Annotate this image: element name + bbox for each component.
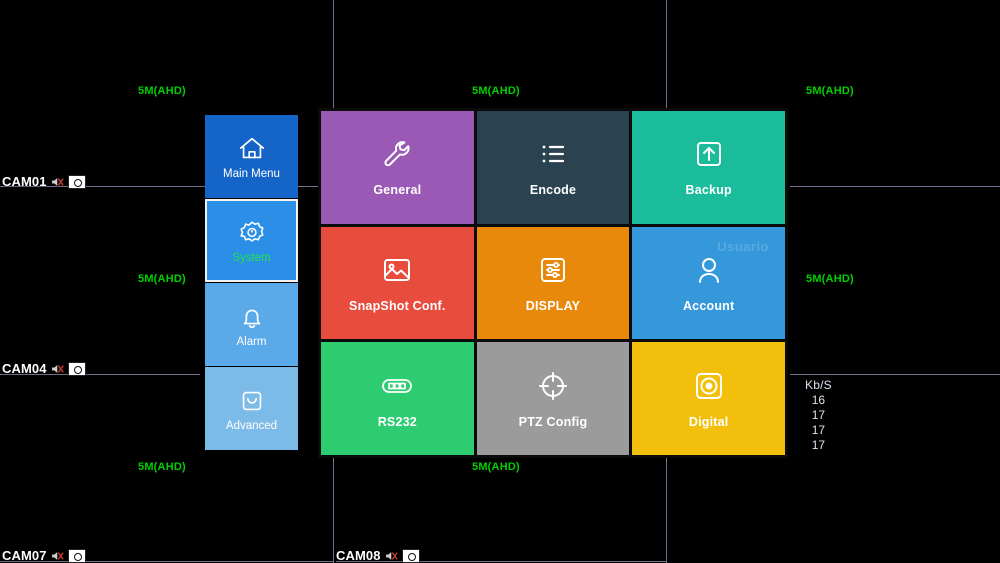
tools-icon [237,386,267,416]
tile-encode[interactable]: Encode [476,111,630,224]
bitrate-header: Kb/S [805,378,832,392]
sidebar-item-system[interactable]: System [205,199,298,282]
tile-label: Backup [685,183,732,198]
crosshair-icon [536,369,570,403]
camera-icon [67,174,86,189]
resolution-label: 5M(AHD) [138,273,186,285]
resolution-label: 5M(AHD) [472,461,520,473]
sidebar-item-label: Main Menu [223,167,280,180]
tile-label: Encode [529,183,577,198]
gear-icon [237,218,267,248]
bitrate-value: 17 [811,408,826,422]
tile-label: RS232 [377,414,417,429]
sliders-icon [536,253,570,287]
menu-sidebar: Main Menu System Alarm Advanced [205,115,298,451]
camera-label-text: CAM04 [2,361,47,376]
system-menu-panel: General Encode Backup SnapShot Conf. DIS… [318,108,788,458]
bell-icon [237,302,267,332]
dvr-screen: 5M(AHD) 5M(AHD) 5M(AHD) 5M(AHD) 5M(AHD) … [0,0,1000,563]
tile-ptz-config[interactable]: PTZ Config [476,342,630,455]
sidebar-item-main-menu[interactable]: Main Menu [205,115,298,198]
wrench-icon [380,137,414,171]
target-icon [692,369,726,403]
tile-rs232[interactable]: RS232 [321,342,474,455]
speaker-mute-icon [51,176,64,188]
bitrate-value: 16 [811,393,826,407]
resolution-label: 5M(AHD) [472,85,520,97]
serial-icon [380,369,414,403]
camera-label-cam07: CAM07 [2,548,86,563]
resolution-label: 5M(AHD) [138,461,186,473]
camera-label-text: CAM07 [2,548,47,563]
tile-general[interactable]: General [321,111,474,224]
tile-label: PTZ Config [518,414,588,429]
camera-label-text: CAM01 [2,174,47,189]
speaker-mute-icon [51,363,64,375]
speaker-mute-icon [51,550,64,562]
resolution-label: 5M(AHD) [806,85,854,97]
camera-label-cam08: CAM08 [336,548,420,563]
user-icon [692,253,726,287]
camera-icon [401,548,420,563]
account-watermark: Usuario [717,238,769,254]
tile-label: General [373,183,422,198]
camera-label-cam04: CAM04 [2,361,86,376]
sidebar-item-label: Advanced [225,419,278,432]
sidebar-item-alarm[interactable]: Alarm [205,283,298,366]
tile-label: DISPLAY [525,298,581,313]
camera-label-text: CAM08 [336,548,381,563]
tile-label: Account [682,298,735,313]
tile-display[interactable]: DISPLAY [476,226,630,340]
sidebar-item-label: Alarm [236,335,267,348]
resolution-label: 5M(AHD) [806,273,854,285]
upload-icon [692,137,726,171]
bitrate-stats: Kb/S 16 17 17 17 [805,378,832,453]
tile-backup[interactable]: Backup [632,111,785,224]
bitrate-value: 17 [811,438,826,452]
grid-divider-horizontal-4 [790,374,1000,375]
list-icon [536,137,570,171]
sidebar-item-advanced[interactable]: Advanced [205,367,298,450]
camera-icon [67,548,86,563]
camera-icon [67,361,86,376]
grid-divider-horizontal-2 [790,186,1000,187]
tile-digital[interactable]: Digital [632,342,785,455]
resolution-label: 5M(AHD) [138,85,186,97]
home-icon [237,134,267,164]
camera-label-cam01: CAM01 [2,174,86,189]
tile-label: SnapShot Conf. [349,298,446,313]
speaker-mute-icon [385,550,398,562]
tile-label: Digital [688,414,729,429]
tile-snapshot-conf[interactable]: SnapShot Conf. [321,226,474,340]
tile-account[interactable]: Usuario Account [632,226,785,340]
bitrate-value: 17 [811,423,826,437]
image-icon [380,253,414,287]
sidebar-item-label: System [232,251,271,264]
